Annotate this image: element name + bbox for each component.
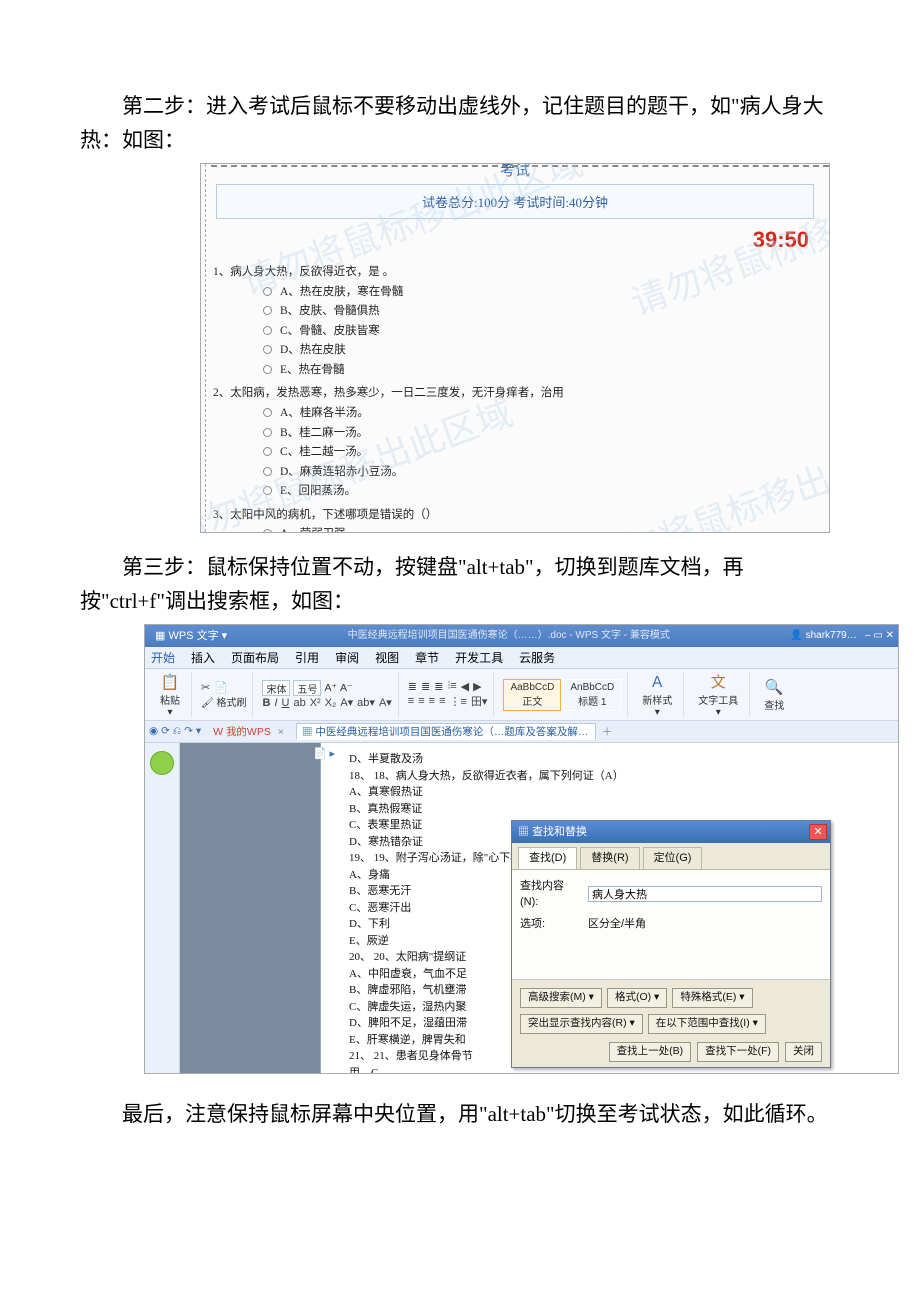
question-option[interactable]: B、桂二麻一汤。 xyxy=(213,424,829,444)
radio-icon[interactable] xyxy=(263,345,272,354)
exam-banner: 试卷总分:100分 考试时间:40分钟 xyxy=(216,184,814,219)
font-select[interactable]: 宋体 xyxy=(262,680,290,696)
question-option[interactable]: B、皮肤、骨髓俱热 xyxy=(213,302,829,322)
find-input[interactable] xyxy=(588,886,822,902)
question-stem: 1、病人身大热，反欲得近衣，是 。 xyxy=(213,263,829,283)
find-next-button[interactable]: 查找下一处(F) xyxy=(697,1042,779,1062)
question-option[interactable]: C、桂二越一汤。 xyxy=(213,443,829,463)
tab-mywps[interactable]: W 我的WPS × xyxy=(207,723,290,740)
dialog-titlebar: ▦ 查找和替换 ✕ xyxy=(512,821,830,843)
step2-text: 第二步：进入考试后鼠标不要移动出虚线外，记住题目的题干，如"病人身大热：如图： xyxy=(80,90,840,157)
question-stem: 2、太阳病，发热恶寒，热多寒少，一日二三度发，无汗身痒者，治用 xyxy=(213,384,829,404)
find-prev-button[interactable]: 查找上一处(B) xyxy=(609,1042,692,1062)
find-button[interactable]: 🔍查找 xyxy=(759,677,789,712)
style-body[interactable]: AaBbCcD 正文 xyxy=(503,679,561,711)
question-option[interactable]: A、营弱卫强 xyxy=(213,525,829,533)
page-nav-icon[interactable]: 📄 ▸ xyxy=(313,746,335,763)
wps-app-label: ▦ WPS 文字 ▾ xyxy=(155,625,227,647)
bold-button[interactable]: B xyxy=(262,697,270,709)
radio-icon[interactable] xyxy=(263,467,272,476)
question-option[interactable]: C、骨髓、皮肤皆寒 xyxy=(213,322,829,342)
highlight-button[interactable]: ab▾ xyxy=(357,696,375,709)
close-icon[interactable]: ✕ xyxy=(809,824,827,840)
question-option[interactable]: E、回阳蒸汤。 xyxy=(213,482,829,502)
wps-titlebar: ▦ WPS 文字 ▾ 中医经典远程培训项目国医通伤寒论（……）.doc - WP… xyxy=(145,625,898,647)
special-button[interactable]: 特殊格式(E) xyxy=(672,988,752,1008)
find-content-label: 查找内容(N): xyxy=(520,878,582,911)
menu-视图[interactable]: 视图 xyxy=(375,649,399,666)
menu-审阅[interactable]: 审阅 xyxy=(335,649,359,666)
strike-button[interactable]: ab xyxy=(293,697,305,709)
wps-left-tools xyxy=(145,743,180,1074)
wps-green-button[interactable] xyxy=(150,751,174,775)
radio-icon[interactable] xyxy=(263,365,272,374)
tab-add-button[interactable]: ＋ xyxy=(602,724,613,739)
menu-开发工具[interactable]: 开发工具 xyxy=(455,649,503,666)
radio-icon[interactable] xyxy=(263,486,272,495)
brush-button[interactable]: 🖌 格式刷 xyxy=(201,694,246,709)
doc-line: A、真寒假热证 xyxy=(349,784,888,801)
question-stem: 3、太阳中风的病机，下述哪项是错误的（） xyxy=(213,506,829,526)
radio-icon[interactable] xyxy=(263,326,272,335)
cut-icon[interactable]: ✂ xyxy=(201,681,210,694)
find-replace-dialog: ▦ 查找和替换 ✕ 查找(D) 替换(R) 定位(G) 查找内容(N): xyxy=(511,820,831,1067)
texttools-button[interactable]: 文文字工具▾ xyxy=(693,672,743,718)
exam-questions: 1、病人身大热，反欲得近衣，是 。A、热在皮肤，寒在骨髓B、皮肤、骨髓俱热C、骨… xyxy=(201,255,829,533)
doc-line: 18、 18、病人身大热，反欲得近衣者，属下列何证（A） xyxy=(349,768,888,785)
size-select[interactable]: 五号 xyxy=(293,680,321,696)
tabbar-icons[interactable]: ◉ ⟳ ⎌ ↷ ▾ xyxy=(149,725,201,738)
advanced-button[interactable]: 高级搜索(M) xyxy=(520,988,602,1008)
question-option[interactable]: A、热在皮肤，寒在骨髓 xyxy=(213,283,829,303)
style-h1[interactable]: AnBbCcD 标题 1 xyxy=(563,679,621,711)
step3-text: 第三步：鼠标保持位置不动，按键盘"alt+tab"，切换到题库文档，再按"ctr… xyxy=(80,551,840,618)
question-option[interactable]: D、麻黄连轺赤小豆汤。 xyxy=(213,463,829,483)
menu-开始[interactable]: 开始 xyxy=(151,649,175,666)
final-text: 最后，注意保持鼠标屏幕中央位置，用"alt+tab"切换至考试状态，如此循环。 xyxy=(80,1098,840,1132)
options-text: 区分全/半角 xyxy=(588,916,646,933)
menu-页面布局[interactable]: 页面布局 xyxy=(231,649,279,666)
radio-icon[interactable] xyxy=(263,428,272,437)
question-option[interactable]: A、桂麻各半汤。 xyxy=(213,404,829,424)
newstyle-button[interactable]: Ａ新样式▾ xyxy=(637,672,677,718)
tab-replace[interactable]: 替换(R) xyxy=(580,847,639,869)
highlight-button[interactable]: 突出显示查找内容(R) xyxy=(520,1014,643,1034)
exam-screenshot: 考试 请勿将鼠标移出此区域 请勿将鼠标移出此区域 请勿将鼠标移出此区域 请勿将鼠… xyxy=(200,163,830,533)
paste-button[interactable]: 📋粘贴▾ xyxy=(155,672,185,718)
wps-doc-tabs: ◉ ⟳ ⎌ ↷ ▾ W 我的WPS × ▦ 中医经典远程培训项目国医通伤寒论（…… xyxy=(145,721,898,743)
underline-button[interactable]: U xyxy=(282,697,290,709)
italic-button[interactable]: I xyxy=(274,697,277,709)
exam-title: 考试 xyxy=(500,163,530,180)
exam-timer: 39:50 xyxy=(201,219,829,255)
tab-active-doc[interactable]: ▦ 中医经典远程培训项目国医通伤寒论（…题库及答案及解题破解方法.doc × xyxy=(296,723,596,740)
menu-章节[interactable]: 章节 xyxy=(415,649,439,666)
close-button[interactable]: 关闭 xyxy=(785,1042,822,1062)
copy-icon[interactable]: 📄 xyxy=(214,681,228,694)
wps-document-page: 📄 ▸ D、半夏散及汤18、 18、病人身大热，反欲得近衣者，属下列何证（A） … xyxy=(320,743,898,1074)
menu-云服务[interactable]: 云服务 xyxy=(519,649,555,666)
format-button[interactable]: 格式(O) xyxy=(607,988,667,1008)
doc-line: B、真热假寒证 xyxy=(349,801,888,818)
question-option[interactable]: D、热在皮肤 xyxy=(213,341,829,361)
options-label: 选项: xyxy=(520,916,582,933)
wps-menu-bar: 开始插入页面布局引用审阅视图章节开发工具云服务 xyxy=(145,647,898,669)
wps-screenshot: ▦ WPS 文字 ▾ 中医经典远程培训项目国医通伤寒论（……）.doc - WP… xyxy=(144,624,899,1074)
radio-icon[interactable] xyxy=(263,529,272,533)
radio-icon[interactable] xyxy=(263,447,272,456)
radio-icon[interactable] xyxy=(263,287,272,296)
inrange-button[interactable]: 在以下范围中查找(I) xyxy=(648,1014,766,1034)
menu-引用[interactable]: 引用 xyxy=(295,649,319,666)
align-left-button[interactable]: ≡ xyxy=(408,695,414,707)
tab-goto[interactable]: 定位(G) xyxy=(643,847,703,869)
menu-插入[interactable]: 插入 xyxy=(191,649,215,666)
doc-line: D、半夏散及汤 xyxy=(349,751,888,768)
question-option[interactable]: E、热在骨髓 xyxy=(213,361,829,381)
radio-icon[interactable] xyxy=(263,408,272,417)
wps-ribbon: 📋粘贴▾ ✂📄 🖌 格式刷 宋体 五号 A⁺A⁻ B I U ab X²X₂ xyxy=(145,669,898,721)
radio-icon[interactable] xyxy=(263,306,272,315)
tab-find[interactable]: 查找(D) xyxy=(518,847,577,869)
